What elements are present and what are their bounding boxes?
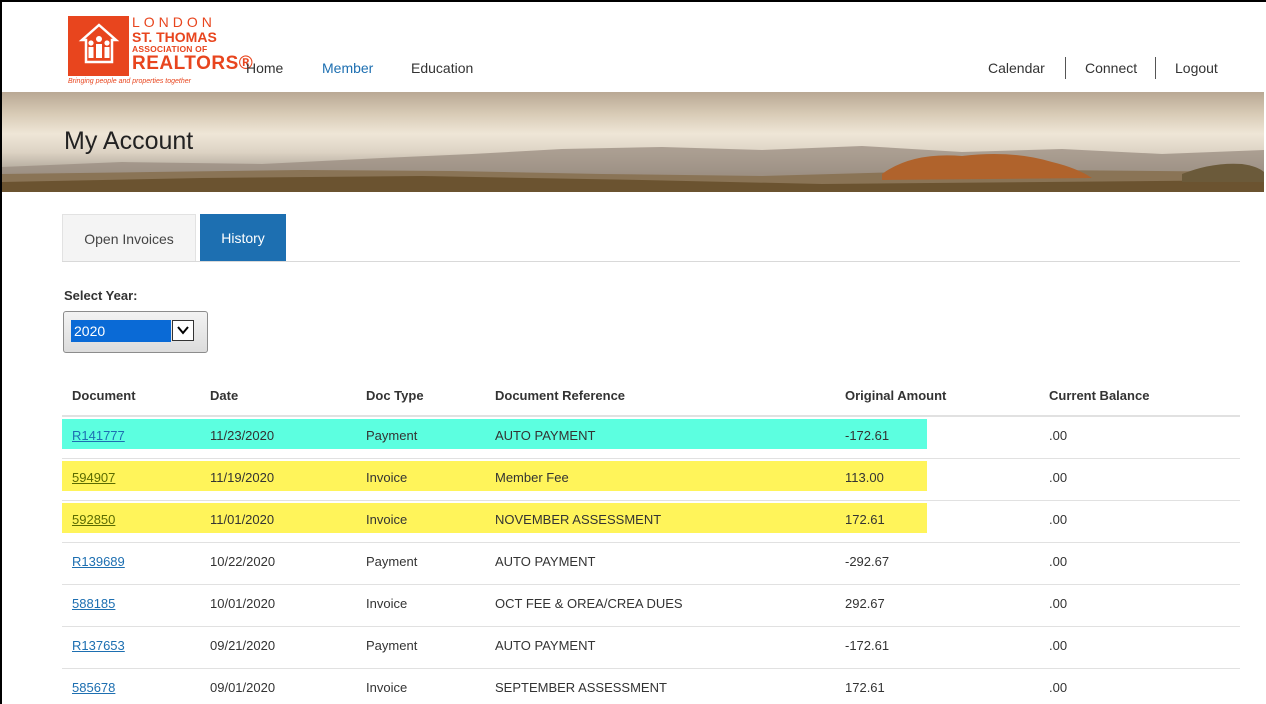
table-row: 588185 10/01/2020 Invoice OCT FEE & OREA… bbox=[62, 585, 1240, 627]
column-header-original-amount: Original Amount bbox=[845, 388, 947, 403]
current-balance-cell: .00 bbox=[1049, 680, 1068, 695]
logo-wordmark: LONDON ST. THOMAS ASSOCIATION OF REALTOR… bbox=[132, 14, 254, 74]
original-amount-cell: -172.61 bbox=[845, 638, 890, 653]
document-link[interactable]: 592850 bbox=[72, 512, 115, 527]
select-year-label: Select Year: bbox=[64, 288, 138, 303]
table-row: R137653 09/21/2020 Payment AUTO PAYMENT … bbox=[62, 627, 1240, 669]
tabs-divider bbox=[62, 261, 1240, 262]
original-amount-cell: 113.00 bbox=[845, 470, 884, 485]
current-balance-cell: .00 bbox=[1049, 638, 1068, 653]
association-logo[interactable]: LONDON ST. THOMAS ASSOCIATION OF REALTOR… bbox=[68, 15, 253, 90]
document-link[interactable]: 585678 bbox=[72, 680, 115, 695]
reference-cell: Member Fee bbox=[495, 470, 569, 485]
original-amount-cell: 172.61 bbox=[845, 680, 885, 695]
calendar-link[interactable]: Calendar bbox=[988, 60, 1045, 76]
column-header-date: Date bbox=[210, 388, 239, 403]
tab-open-invoices[interactable]: Open Invoices bbox=[62, 214, 196, 262]
original-amount-cell: 172.61 bbox=[845, 512, 885, 527]
date-cell: 10/22/2020 bbox=[210, 554, 276, 569]
year-select[interactable]: 2020 bbox=[63, 311, 208, 353]
current-balance-cell: .00 bbox=[1049, 470, 1068, 485]
date-cell: 11/23/2020 bbox=[210, 428, 275, 443]
document-link[interactable]: R139689 bbox=[72, 554, 125, 569]
nav-member-link[interactable]: Member bbox=[322, 60, 373, 76]
reference-cell: OCT FEE & OREA/CREA DUES bbox=[495, 596, 683, 611]
page-banner: My Account bbox=[2, 92, 1264, 192]
doc-type-cell: Invoice bbox=[366, 512, 408, 527]
column-header-document-reference: Document Reference bbox=[495, 388, 626, 403]
current-balance-cell: .00 bbox=[1049, 554, 1068, 569]
logo-line-4: REALTORS® bbox=[132, 52, 254, 74]
table-row: 592850 11/01/2020 Invoice NOVEMBER ASSES… bbox=[62, 501, 1240, 543]
original-amount-cell: 292.67 bbox=[845, 596, 885, 611]
document-link[interactable]: R137653 bbox=[72, 638, 125, 653]
doc-type-cell: Payment bbox=[366, 554, 418, 569]
column-header-doc-type: Doc Type bbox=[366, 388, 424, 403]
document-link[interactable]: R141777 bbox=[72, 428, 125, 443]
logo-line-2: ST. THOMAS bbox=[132, 29, 217, 45]
logo-line-1: LONDON bbox=[132, 14, 216, 30]
current-balance-cell: .00 bbox=[1049, 428, 1068, 443]
date-cell: 11/01/2020 bbox=[210, 512, 275, 527]
connect-link[interactable]: Connect bbox=[1085, 60, 1137, 76]
document-link[interactable]: 588185 bbox=[72, 596, 115, 611]
doc-type-cell: Invoice bbox=[366, 596, 408, 611]
logo-emblem-icon bbox=[68, 16, 129, 76]
table-row: 585678 09/01/2020 Invoice SEPTEMBER ASSE… bbox=[62, 669, 1240, 704]
date-cell: 09/01/2020 bbox=[210, 680, 276, 695]
doc-type-cell: Payment bbox=[366, 638, 418, 653]
nav-home-link[interactable]: Home bbox=[246, 60, 283, 76]
table-row: R141777 11/23/2020 Payment AUTO PAYMENT … bbox=[62, 417, 1240, 459]
document-link[interactable]: 594907 bbox=[72, 470, 115, 485]
current-balance-cell: .00 bbox=[1049, 512, 1068, 527]
reference-cell: AUTO PAYMENT bbox=[495, 638, 596, 653]
column-header-current-balance: Current Balance bbox=[1049, 388, 1150, 403]
original-amount-cell: -292.67 bbox=[845, 554, 890, 569]
logout-link[interactable]: Logout bbox=[1175, 60, 1218, 76]
year-select-value[interactable]: 2020 bbox=[71, 320, 171, 342]
reference-cell: NOVEMBER ASSESSMENT bbox=[495, 512, 662, 527]
logo-tagline: Bringing people and properties together bbox=[68, 78, 191, 85]
nav-divider bbox=[1155, 57, 1156, 79]
table-row: 594907 11/19/2020 Invoice Member Fee 113… bbox=[62, 459, 1240, 501]
reference-cell: SEPTEMBER ASSESSMENT bbox=[495, 680, 667, 695]
date-cell: 10/01/2020 bbox=[210, 596, 276, 611]
nav-divider bbox=[1065, 57, 1066, 79]
nav-education-link[interactable]: Education bbox=[411, 60, 473, 76]
current-balance-cell: .00 bbox=[1049, 596, 1068, 611]
reference-cell: AUTO PAYMENT bbox=[495, 554, 596, 569]
date-cell: 09/21/2020 bbox=[210, 638, 276, 653]
original-amount-cell: -172.61 bbox=[845, 428, 890, 443]
chevron-down-icon[interactable] bbox=[172, 320, 194, 341]
date-cell: 11/19/2020 bbox=[210, 470, 275, 485]
doc-type-cell: Invoice bbox=[366, 470, 408, 485]
reference-cell: AUTO PAYMENT bbox=[495, 428, 596, 443]
doc-type-cell: Payment bbox=[366, 428, 418, 443]
column-header-document: Document bbox=[72, 388, 136, 403]
tab-history[interactable]: History bbox=[200, 214, 286, 262]
page-title: My Account bbox=[64, 127, 194, 155]
site-header: LONDON ST. THOMAS ASSOCIATION OF REALTOR… bbox=[2, 2, 1264, 92]
table-row: R139689 10/22/2020 Payment AUTO PAYMENT … bbox=[62, 543, 1240, 585]
doc-type-cell: Invoice bbox=[366, 680, 408, 695]
